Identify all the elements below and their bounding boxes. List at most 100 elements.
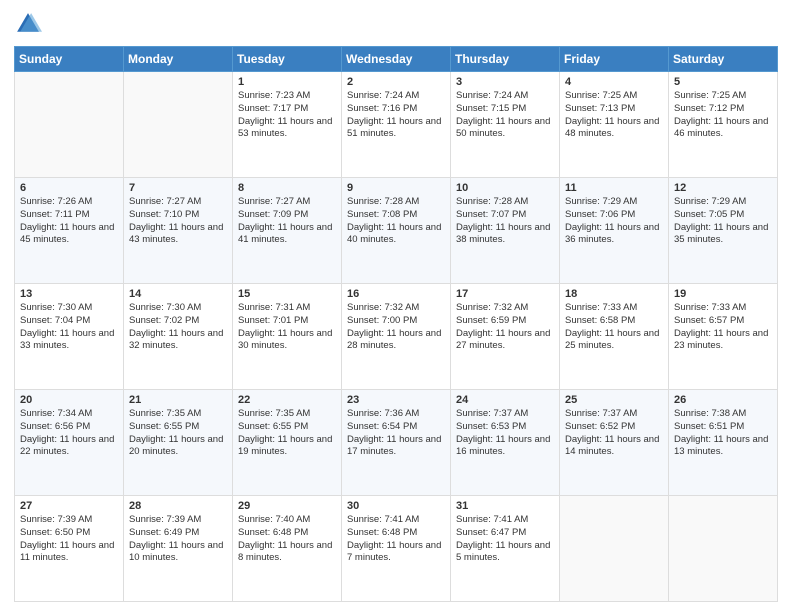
day-number: 28 <box>129 500 227 512</box>
calendar-cell: 30 Sunrise: 7:41 AM Sunset: 6:48 PM Dayli… <box>342 496 451 602</box>
calendar-cell: 1 Sunrise: 7:23 AM Sunset: 7:17 PM Daylig… <box>233 72 342 178</box>
day-detail: Sunrise: 7:33 AM Sunset: 6:58 PM Dayligh… <box>565 302 659 351</box>
calendar-cell: 9 Sunrise: 7:28 AM Sunset: 7:08 PM Daylig… <box>342 178 451 284</box>
day-detail: Sunrise: 7:29 AM Sunset: 7:05 PM Dayligh… <box>674 196 768 245</box>
calendar-cell: 5 Sunrise: 7:25 AM Sunset: 7:12 PM Daylig… <box>669 72 778 178</box>
day-detail: Sunrise: 7:27 AM Sunset: 7:09 PM Dayligh… <box>238 196 332 245</box>
day-detail: Sunrise: 7:27 AM Sunset: 7:10 PM Dayligh… <box>129 196 223 245</box>
day-detail: Sunrise: 7:39 AM Sunset: 6:49 PM Dayligh… <box>129 514 223 563</box>
day-number: 31 <box>456 500 554 512</box>
calendar-cell: 27 Sunrise: 7:39 AM Sunset: 6:50 PM Dayli… <box>15 496 124 602</box>
calendar-cell: 28 Sunrise: 7:39 AM Sunset: 6:49 PM Dayli… <box>124 496 233 602</box>
calendar-cell: 11 Sunrise: 7:29 AM Sunset: 7:06 PM Dayli… <box>560 178 669 284</box>
calendar-cell: 3 Sunrise: 7:24 AM Sunset: 7:15 PM Daylig… <box>451 72 560 178</box>
day-number: 19 <box>674 288 772 300</box>
day-number: 13 <box>20 288 118 300</box>
calendar-cell: 8 Sunrise: 7:27 AM Sunset: 7:09 PM Daylig… <box>233 178 342 284</box>
day-detail: Sunrise: 7:32 AM Sunset: 7:00 PM Dayligh… <box>347 302 441 351</box>
logo-icon <box>14 10 42 38</box>
calendar-cell: 19 Sunrise: 7:33 AM Sunset: 6:57 PM Dayli… <box>669 284 778 390</box>
day-detail: Sunrise: 7:25 AM Sunset: 7:12 PM Dayligh… <box>674 90 768 139</box>
day-number: 23 <box>347 394 445 406</box>
day-detail: Sunrise: 7:41 AM Sunset: 6:48 PM Dayligh… <box>347 514 441 563</box>
day-number: 15 <box>238 288 336 300</box>
calendar-cell: 6Sunrise: 7:26 AM Sunset: 7:11 PM Daylig… <box>15 178 124 284</box>
day-detail: Sunrise: 7:40 AM Sunset: 6:48 PM Dayligh… <box>238 514 332 563</box>
day-number: 18 <box>565 288 663 300</box>
calendar-cell: 22 Sunrise: 7:35 AM Sunset: 6:55 PM Dayli… <box>233 390 342 496</box>
calendar-cell: 23 Sunrise: 7:36 AM Sunset: 6:54 PM Dayli… <box>342 390 451 496</box>
day-number: 25 <box>565 394 663 406</box>
header <box>14 10 778 38</box>
weekday-header-friday: Friday <box>560 47 669 72</box>
day-detail: Sunrise: 7:29 AM Sunset: 7:06 PM Dayligh… <box>565 196 659 245</box>
calendar-cell: 16 Sunrise: 7:32 AM Sunset: 7:00 PM Dayli… <box>342 284 451 390</box>
day-detail: Sunrise: 7:25 AM Sunset: 7:13 PM Dayligh… <box>565 90 659 139</box>
day-number: 7 <box>129 182 227 194</box>
day-detail: Sunrise: 7:32 AM Sunset: 6:59 PM Dayligh… <box>456 302 550 351</box>
day-detail: Sunrise: 7:24 AM Sunset: 7:15 PM Dayligh… <box>456 90 550 139</box>
day-detail: Sunrise: 7:39 AM Sunset: 6:50 PM Dayligh… <box>20 514 114 563</box>
day-number: 30 <box>347 500 445 512</box>
day-number: 11 <box>565 182 663 194</box>
day-number: 21 <box>129 394 227 406</box>
day-detail: Sunrise: 7:31 AM Sunset: 7:01 PM Dayligh… <box>238 302 332 351</box>
day-number: 3 <box>456 76 554 88</box>
day-number: 9 <box>347 182 445 194</box>
page: SundayMondayTuesdayWednesdayThursdayFrid… <box>0 0 792 612</box>
calendar-cell: 12Sunrise: 7:29 AM Sunset: 7:05 PM Dayli… <box>669 178 778 284</box>
calendar-cell: 20 Sunrise: 7:34 AM Sunset: 6:56 PM Dayli… <box>15 390 124 496</box>
weekday-header-wednesday: Wednesday <box>342 47 451 72</box>
calendar-cell <box>15 72 124 178</box>
calendar-cell <box>669 496 778 602</box>
day-number: 10 <box>456 182 554 194</box>
day-detail: Sunrise: 7:34 AM Sunset: 6:56 PM Dayligh… <box>20 408 114 457</box>
day-number: 4 <box>565 76 663 88</box>
day-detail: Sunrise: 7:28 AM Sunset: 7:08 PM Dayligh… <box>347 196 441 245</box>
day-number: 24 <box>456 394 554 406</box>
weekday-header-sunday: Sunday <box>15 47 124 72</box>
calendar-cell: 2Sunrise: 7:24 AM Sunset: 7:16 PM Daylig… <box>342 72 451 178</box>
calendar-cell: 25 Sunrise: 7:37 AM Sunset: 6:52 PM Dayli… <box>560 390 669 496</box>
day-detail: Sunrise: 7:35 AM Sunset: 6:55 PM Dayligh… <box>129 408 223 457</box>
calendar-cell: 14 Sunrise: 7:30 AM Sunset: 7:02 PM Dayli… <box>124 284 233 390</box>
calendar-table: SundayMondayTuesdayWednesdayThursdayFrid… <box>14 46 778 602</box>
day-number: 8 <box>238 182 336 194</box>
day-detail: Sunrise: 7:26 AM Sunset: 7:11 PM Dayligh… <box>20 196 114 245</box>
day-detail: Sunrise: 7:28 AM Sunset: 7:07 PM Dayligh… <box>456 196 550 245</box>
day-number: 29 <box>238 500 336 512</box>
weekday-header-monday: Monday <box>124 47 233 72</box>
day-detail: Sunrise: 7:38 AM Sunset: 6:51 PM Dayligh… <box>674 408 768 457</box>
day-detail: Sunrise: 7:33 AM Sunset: 6:57 PM Dayligh… <box>674 302 768 351</box>
calendar-cell <box>560 496 669 602</box>
day-number: 1 <box>238 76 336 88</box>
calendar-cell: 24 Sunrise: 7:37 AM Sunset: 6:53 PM Dayli… <box>451 390 560 496</box>
logo <box>14 10 46 38</box>
day-detail: Sunrise: 7:30 AM Sunset: 7:02 PM Dayligh… <box>129 302 223 351</box>
day-number: 5 <box>674 76 772 88</box>
day-detail: Sunrise: 7:23 AM Sunset: 7:17 PM Dayligh… <box>238 90 332 139</box>
day-number: 22 <box>238 394 336 406</box>
calendar-cell: 26Sunrise: 7:38 AM Sunset: 6:51 PM Dayli… <box>669 390 778 496</box>
calendar-cell: 4 Sunrise: 7:25 AM Sunset: 7:13 PM Daylig… <box>560 72 669 178</box>
day-detail: Sunrise: 7:37 AM Sunset: 6:53 PM Dayligh… <box>456 408 550 457</box>
weekday-header-saturday: Saturday <box>669 47 778 72</box>
calendar-cell: 21 Sunrise: 7:35 AM Sunset: 6:55 PM Dayli… <box>124 390 233 496</box>
day-number: 14 <box>129 288 227 300</box>
weekday-header-tuesday: Tuesday <box>233 47 342 72</box>
calendar-cell: 31Sunrise: 7:41 AM Sunset: 6:47 PM Dayli… <box>451 496 560 602</box>
day-number: 20 <box>20 394 118 406</box>
calendar-cell: 29 Sunrise: 7:40 AM Sunset: 6:48 PM Dayli… <box>233 496 342 602</box>
calendar-cell: 13Sunrise: 7:30 AM Sunset: 7:04 PM Dayli… <box>15 284 124 390</box>
calendar-cell: 17Sunrise: 7:32 AM Sunset: 6:59 PM Dayli… <box>451 284 560 390</box>
day-number: 16 <box>347 288 445 300</box>
calendar-cell <box>124 72 233 178</box>
weekday-header-thursday: Thursday <box>451 47 560 72</box>
calendar-cell: 15 Sunrise: 7:31 AM Sunset: 7:01 PM Dayli… <box>233 284 342 390</box>
calendar-cell: 10 Sunrise: 7:28 AM Sunset: 7:07 PM Dayli… <box>451 178 560 284</box>
day-detail: Sunrise: 7:36 AM Sunset: 6:54 PM Dayligh… <box>347 408 441 457</box>
day-detail: Sunrise: 7:37 AM Sunset: 6:52 PM Dayligh… <box>565 408 659 457</box>
day-detail: Sunrise: 7:24 AM Sunset: 7:16 PM Dayligh… <box>347 90 441 139</box>
day-number: 27 <box>20 500 118 512</box>
day-detail: Sunrise: 7:35 AM Sunset: 6:55 PM Dayligh… <box>238 408 332 457</box>
